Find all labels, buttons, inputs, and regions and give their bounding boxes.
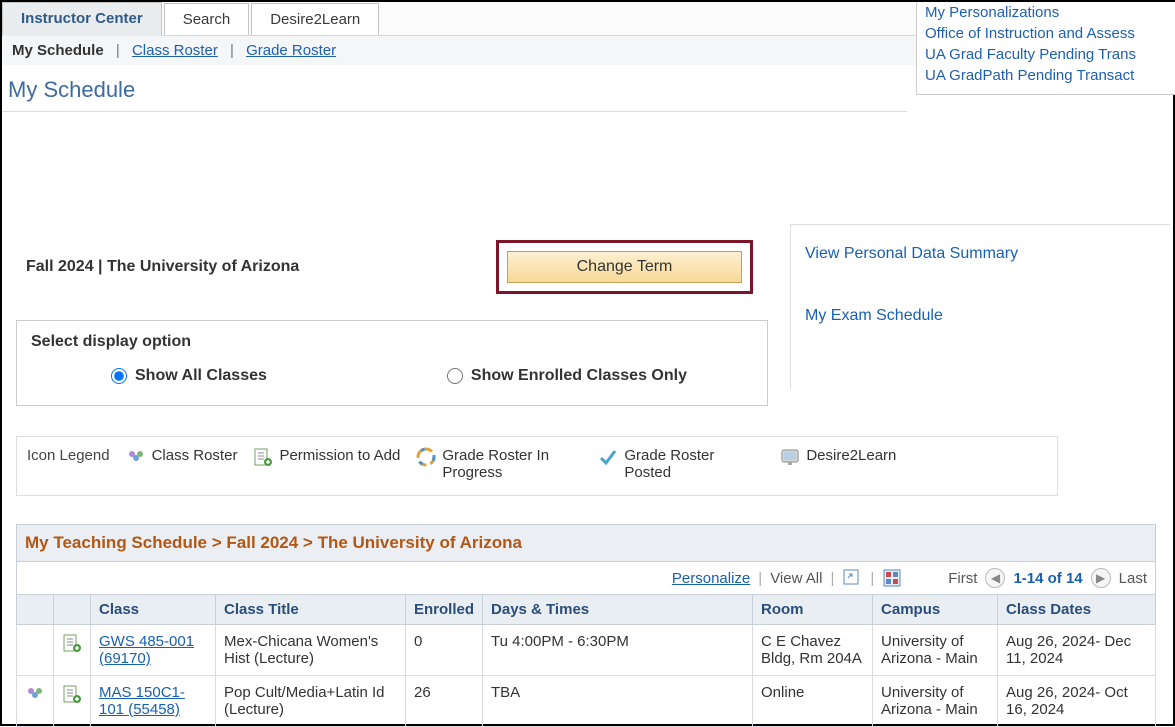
link-personal-data-summary[interactable]: View Personal Data Summary (805, 245, 1156, 263)
display-option-heading: Select display option (31, 333, 753, 351)
prev-page-button[interactable]: ◀ (985, 568, 1005, 588)
link-office-instruction[interactable]: Office of Instruction and Assess (925, 23, 1168, 44)
schedule-header-bar: My Teaching Schedule > Fall 2024 > The U… (16, 524, 1156, 562)
subnav-grade-roster[interactable]: Grade Roster (246, 42, 336, 59)
row-room: C E Chavez Bldg, Rm 204A (753, 625, 873, 676)
row-campus: University of Arizona - Main (873, 676, 998, 727)
radio-show-all-input[interactable] (111, 368, 127, 384)
display-option-box: Select display option Show All Classes S… (16, 320, 768, 406)
permission-add-icon (253, 447, 273, 467)
legend-label: Icon Legend (27, 447, 110, 464)
personalize-link[interactable]: Personalize (672, 570, 750, 587)
class-link[interactable]: MAS 150C1-101 (55458) (99, 684, 185, 718)
row-enrolled: 26 (406, 676, 483, 727)
zoom-icon[interactable] (842, 568, 862, 588)
row-dates: Aug 26, 2024- Oct 16, 2024 (998, 676, 1156, 727)
row-permission-icon-cell[interactable] (54, 676, 91, 727)
grade-roster-posted-icon (598, 447, 618, 467)
right-quick-links: View Personal Data Summary My Exam Sched… (790, 224, 1170, 389)
subnav-my-schedule[interactable]: My Schedule (12, 42, 104, 59)
class-roster-icon[interactable] (25, 691, 45, 708)
download-icon[interactable] (882, 568, 902, 588)
row-roster-icon-cell[interactable] (17, 676, 54, 727)
col-icon2 (54, 595, 91, 625)
next-page-button[interactable]: ▶ (1091, 568, 1111, 588)
row-room: Online (753, 676, 873, 727)
col-class-dates[interactable]: Class Dates (998, 595, 1156, 625)
term-text: Fall 2024 | The University of Arizona (26, 258, 496, 276)
col-days-times[interactable]: Days & Times (483, 595, 753, 625)
view-all-link[interactable]: View All (770, 570, 822, 587)
page-title: My Schedule (2, 65, 907, 112)
table-toolbar: Personalize | View All | | First ◀ 1-14 … (16, 562, 1156, 594)
change-term-highlight: Change Term (496, 240, 753, 294)
row-permission-icon-cell[interactable] (54, 625, 91, 676)
row-class: MAS 150C1-101 (55458) (91, 676, 216, 727)
first-link[interactable]: First (948, 570, 977, 587)
table-row: GWS 485-001 (69170) Mex-Chicana Women's H… (17, 625, 1156, 676)
link-my-personalizations[interactable]: My Personalizations (925, 2, 1168, 23)
subnav-class-roster[interactable]: Class Roster (132, 42, 218, 59)
permission-add-icon[interactable] (62, 691, 82, 708)
col-enrolled[interactable]: Enrolled (406, 595, 483, 625)
schedule-table: Class Class Title Enrolled Days & Times … (16, 594, 1156, 727)
d2l-icon (780, 447, 800, 467)
icon-legend: Icon Legend Class Roster Permission to A… (16, 436, 1058, 496)
radio-show-enrolled-input[interactable] (447, 368, 463, 384)
row-enrolled: 0 (406, 625, 483, 676)
grade-roster-progress-icon (416, 447, 436, 467)
link-grad-faculty[interactable]: UA Grad Faculty Pending Trans (925, 44, 1168, 65)
class-link[interactable]: GWS 485-001 (69170) (99, 633, 194, 667)
page-range: 1-14 of 14 (1013, 570, 1082, 587)
row-title: Pop Cult/Media+Latin Id (Lecture) (216, 676, 406, 727)
col-icon1 (17, 595, 54, 625)
tab-search[interactable]: Search (164, 3, 250, 35)
side-links-panel: My Personalizations Office of Instructio… (916, 2, 1175, 95)
link-gradpath[interactable]: UA GradPath Pending Transact (925, 65, 1168, 86)
last-link[interactable]: Last (1119, 570, 1147, 587)
tab-instructor-center[interactable]: Instructor Center (2, 2, 162, 36)
permission-add-icon[interactable] (62, 640, 82, 657)
class-roster-icon (126, 447, 146, 467)
col-room[interactable]: Room (753, 595, 873, 625)
row-campus: University of Arizona - Main (873, 625, 998, 676)
radio-show-enrolled[interactable]: Show Enrolled Classes Only (447, 367, 687, 385)
col-class-title[interactable]: Class Title (216, 595, 406, 625)
change-term-button[interactable]: Change Term (507, 251, 742, 283)
radio-show-all[interactable]: Show All Classes (111, 367, 267, 385)
row-class: GWS 485-001 (69170) (91, 625, 216, 676)
table-row: MAS 150C1-101 (55458) Pop Cult/Media+Lati… (17, 676, 1156, 727)
row-days-times: TBA (483, 676, 753, 727)
link-exam-schedule[interactable]: My Exam Schedule (805, 307, 1156, 325)
row-dates: Aug 26, 2024- Dec 11, 2024 (998, 625, 1156, 676)
tab-d2l[interactable]: Desire2Learn (251, 3, 379, 35)
row-days-times: Tu 4:00PM - 6:30PM (483, 625, 753, 676)
row-title: Mex-Chicana Women's Hist (Lecture) (216, 625, 406, 676)
col-campus[interactable]: Campus (873, 595, 998, 625)
row-roster-icon-cell (17, 625, 54, 676)
col-class[interactable]: Class (91, 595, 216, 625)
